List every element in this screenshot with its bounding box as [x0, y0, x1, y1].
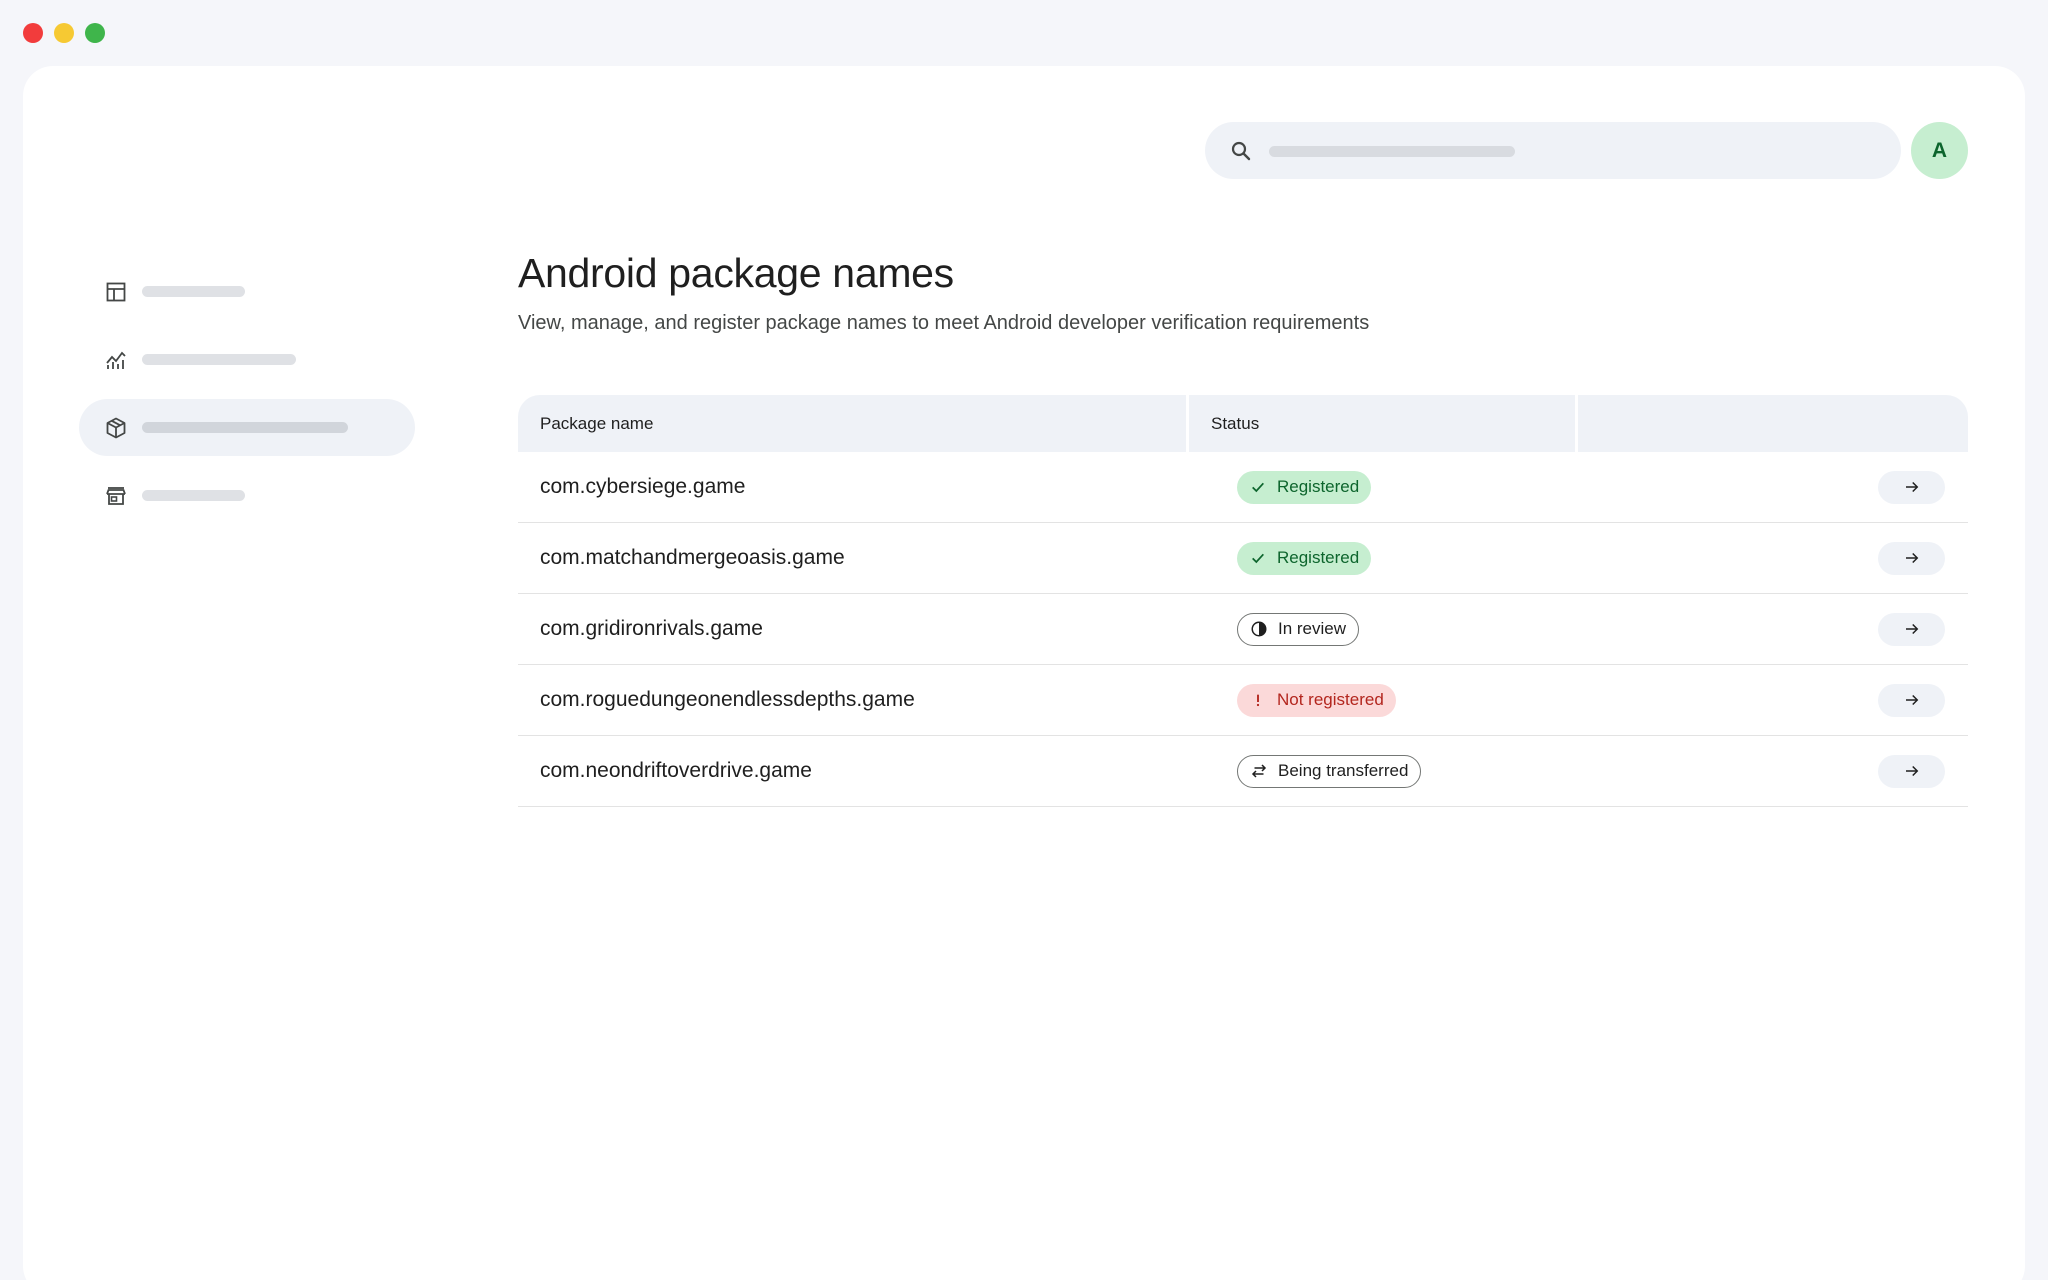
- table-row[interactable]: com.roguedungeonendlessdepths.game Not r…: [518, 665, 1968, 736]
- table-row[interactable]: com.neondriftoverdrive.game Being transf…: [518, 736, 1968, 807]
- page-title: Android package names: [518, 250, 954, 296]
- status-badge: Registered: [1237, 470, 1372, 504]
- page-subtitle: View, manage, and register package names…: [518, 312, 1370, 334]
- sidebar-item-analytics[interactable]: [79, 331, 415, 388]
- arrow-right-icon: [1905, 552, 1918, 564]
- open-package-button[interactable]: [1878, 541, 1945, 575]
- search-icon: [1231, 141, 1251, 161]
- table-row[interactable]: com.matchandmergeoasis.game Registered: [518, 523, 1968, 594]
- check-icon: [1249, 549, 1267, 567]
- arrow-right-icon: [1905, 481, 1918, 493]
- package-icon: [106, 417, 126, 439]
- window-controls: [23, 23, 105, 43]
- sidebar-item-label-placeholder: [142, 286, 245, 297]
- package-name: com.matchandmergeoasis.game: [540, 546, 845, 569]
- sidebar-item-label-placeholder: [142, 490, 245, 501]
- package-name: com.cybersiege.game: [540, 475, 746, 498]
- status-badge: Registered: [1237, 541, 1372, 575]
- open-package-button[interactable]: [1878, 683, 1945, 717]
- sidebar-item-packages[interactable]: [79, 399, 415, 456]
- window-maximize-button[interactable]: [85, 23, 105, 43]
- swap-arrows-icon: [1250, 762, 1268, 780]
- status-label: Registered: [1277, 477, 1360, 496]
- dashboard-icon: [106, 282, 126, 302]
- table-row[interactable]: com.gridironrivals.game In review: [518, 594, 1968, 665]
- column-header-status: Status: [1189, 395, 1575, 452]
- status-badge: Not registered: [1237, 683, 1396, 717]
- store-icon: [106, 487, 126, 505]
- search-placeholder: [1269, 146, 1515, 157]
- arrow-right-icon: [1905, 694, 1918, 706]
- package-name: com.neondriftoverdrive.game: [540, 759, 812, 782]
- status-badge: Being transferred: [1237, 754, 1422, 788]
- avatar[interactable]: A: [1911, 122, 1968, 179]
- table-header: Package name Status: [518, 395, 1968, 452]
- status-label: Not registered: [1277, 690, 1384, 709]
- package-name: com.roguedungeonendlessdepths.game: [540, 688, 915, 711]
- table-row[interactable]: com.cybersiege.game Registered: [518, 452, 1968, 523]
- package-name: com.gridironrivals.game: [540, 617, 763, 640]
- status-label: Registered: [1277, 548, 1360, 567]
- status-label: Being transferred: [1278, 761, 1409, 780]
- column-header-package-name: Package name: [518, 395, 1186, 452]
- sidebar-item-dashboard[interactable]: [79, 263, 415, 320]
- open-package-button[interactable]: [1878, 470, 1945, 504]
- exclamation-icon: [1249, 691, 1267, 709]
- status-badge: In review: [1237, 612, 1360, 646]
- search-bar[interactable]: [1205, 122, 1901, 179]
- open-package-button[interactable]: [1878, 754, 1945, 788]
- column-header-actions: [1578, 395, 1968, 452]
- sidebar-item-label-placeholder: [142, 422, 348, 433]
- sidebar-item-store[interactable]: [79, 467, 415, 524]
- app-window: A Android package names View, manage, an…: [23, 66, 2025, 1280]
- half-circle-icon: [1250, 620, 1268, 638]
- check-icon: [1249, 478, 1267, 496]
- packages-table: Package name Status com.cybersiege.game …: [518, 395, 1968, 807]
- sidebar-item-label-placeholder: [142, 354, 296, 365]
- window-close-button[interactable]: [23, 23, 43, 43]
- arrow-right-icon: [1905, 765, 1918, 777]
- analytics-icon: [106, 351, 126, 369]
- window-minimize-button[interactable]: [54, 23, 74, 43]
- open-package-button[interactable]: [1878, 612, 1945, 646]
- status-label: In review: [1278, 619, 1347, 638]
- arrow-right-icon: [1905, 623, 1918, 635]
